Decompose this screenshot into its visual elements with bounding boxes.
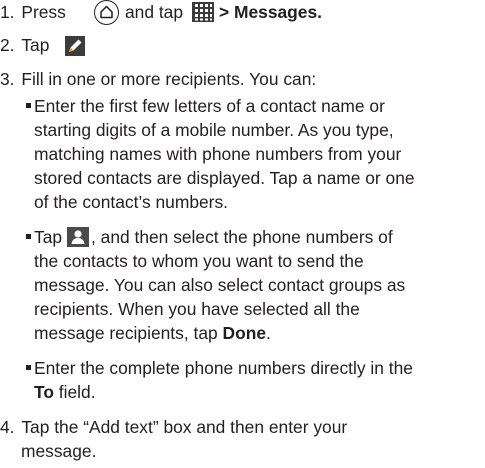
step-number: 2. xyxy=(0,35,15,55)
bullet-text: field. xyxy=(53,382,96,402)
bullet-1-line: Enter the first few letters of a contact… xyxy=(34,96,385,116)
bullet-marker xyxy=(26,103,31,108)
all-apps-grid-icon xyxy=(192,2,214,22)
step-4-line: message. xyxy=(21,441,97,461)
bullet-2-line: message. You can also select contact gro… xyxy=(34,275,406,295)
bullet-1-line: starting digits of a mobile number. As y… xyxy=(34,120,394,140)
contacts-person-icon xyxy=(67,227,89,247)
step-4: 4. Tap the “Add text” box and then enter… xyxy=(0,415,347,439)
bullet-text: message recipients, tap xyxy=(34,323,218,343)
bullet-marker xyxy=(26,365,31,370)
done-label: Done xyxy=(222,323,266,343)
step-1: 1. Press xyxy=(0,0,66,24)
bullet-text: . xyxy=(266,323,271,343)
bullet-2-line: Tap xyxy=(34,227,63,247)
step-1-continued: and tap xyxy=(125,0,183,24)
home-icon xyxy=(94,0,119,25)
step-number: 4. xyxy=(0,417,15,437)
step-text: and tap xyxy=(125,2,184,22)
step-2: 2. Tap xyxy=(0,33,49,57)
bullet-2-line: recipients. When you have selected all t… xyxy=(34,299,360,319)
step-text: Tap xyxy=(21,35,50,55)
bullet-marker xyxy=(26,234,31,239)
bullet-2-line: the contacts to whom you want to send th… xyxy=(34,251,364,271)
compose-pencil-icon xyxy=(65,36,85,56)
bullet-1-line: of the contact’s numbers. xyxy=(34,192,228,212)
bullet-1-line: stored contacts are displayed. Tap a nam… xyxy=(34,168,415,188)
bullet-2-line: , and then select the phone numbers of xyxy=(91,227,393,247)
bullet-3-line: Enter the complete phone numbers directl… xyxy=(34,358,413,378)
step-text: Fill in one or more recipients. You can: xyxy=(21,69,317,89)
step-number: 3. xyxy=(0,69,15,89)
step-3: 3. Fill in one or more recipients. You c… xyxy=(0,67,316,91)
bullet-1-line: matching names with phone numbers from y… xyxy=(34,144,402,164)
step-number: 1. xyxy=(0,2,15,22)
step-1-destination: > Messages. xyxy=(219,2,322,22)
bullet-2-last-line: message recipients, tap Done. xyxy=(34,321,271,345)
step-text: Tap the “Add text” box and then enter yo… xyxy=(21,417,348,437)
step-text: Press xyxy=(21,2,66,22)
bullet-3-line: To field. xyxy=(34,380,96,404)
to-field-label: To xyxy=(34,382,54,402)
